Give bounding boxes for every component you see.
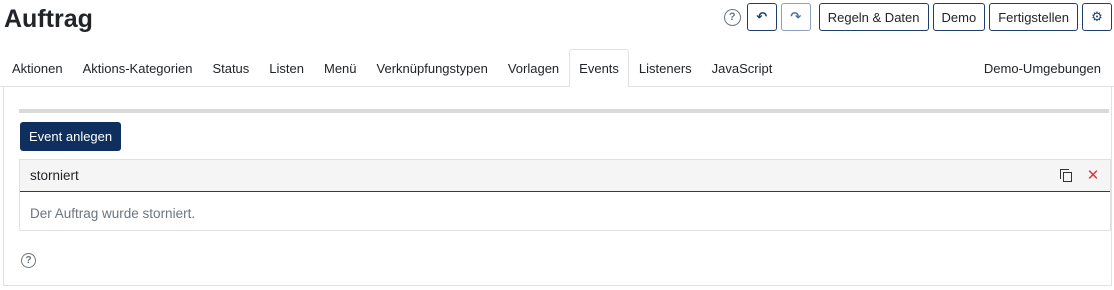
tab-bar: Aktionen Aktions-Kategorien Status Liste… bbox=[0, 49, 1114, 87]
copy-icon[interactable] bbox=[1060, 168, 1074, 183]
events-panel: Event anlegen storniert ✕ Der Auftrag wu… bbox=[3, 87, 1112, 286]
redo-icon: ↷ bbox=[790, 9, 802, 24]
divider bbox=[19, 109, 1109, 113]
tab-verknuepfungstypen[interactable]: Verknüpfungstypen bbox=[367, 49, 498, 86]
event-description: Der Auftrag wurde storniert. bbox=[30, 206, 196, 221]
settings-button[interactable]: ⚙ bbox=[1082, 3, 1112, 31]
tab-events[interactable]: Events bbox=[569, 49, 629, 87]
header-toolbar: ? ↶ ↷ Regeln & Daten Demo Fertigstellen … bbox=[723, 3, 1114, 31]
event-card: storniert ✕ Der Auftrag wurde storniert. bbox=[19, 159, 1111, 231]
tab-javascript[interactable]: JavaScript bbox=[702, 49, 783, 86]
gear-icon: ⚙ bbox=[1091, 9, 1103, 24]
question-circle-icon[interactable]: ? bbox=[723, 8, 741, 26]
tab-vorlagen[interactable]: Vorlagen bbox=[498, 49, 569, 86]
tab-listen[interactable]: Listen bbox=[259, 49, 314, 86]
close-icon[interactable]: ✕ bbox=[1086, 168, 1100, 183]
rules-data-button[interactable]: Regeln & Daten bbox=[818, 3, 929, 31]
tab-listeners[interactable]: Listeners bbox=[629, 49, 702, 86]
tab-aktions-kategorien[interactable]: Aktions-Kategorien bbox=[73, 49, 203, 86]
question-circle-icon[interactable]: ? bbox=[21, 253, 36, 268]
tab-menu[interactable]: Menü bbox=[314, 49, 367, 86]
tab-demo-umgebungen[interactable]: Demo-Umgebungen bbox=[974, 49, 1114, 86]
demo-button[interactable]: Demo bbox=[932, 3, 986, 31]
event-header[interactable]: storniert ✕ bbox=[20, 160, 1110, 192]
event-name: storniert bbox=[30, 168, 79, 183]
redo-button[interactable]: ↷ bbox=[780, 3, 811, 31]
tab-aktionen[interactable]: Aktionen bbox=[0, 49, 73, 86]
finish-button[interactable]: Fertigstellen bbox=[989, 3, 1078, 31]
undo-icon: ↶ bbox=[756, 9, 768, 24]
tab-status[interactable]: Status bbox=[202, 49, 259, 86]
page-title: Auftrag bbox=[4, 5, 93, 33]
create-event-button[interactable]: Event anlegen bbox=[20, 122, 122, 151]
undo-button[interactable]: ↶ bbox=[746, 3, 777, 31]
